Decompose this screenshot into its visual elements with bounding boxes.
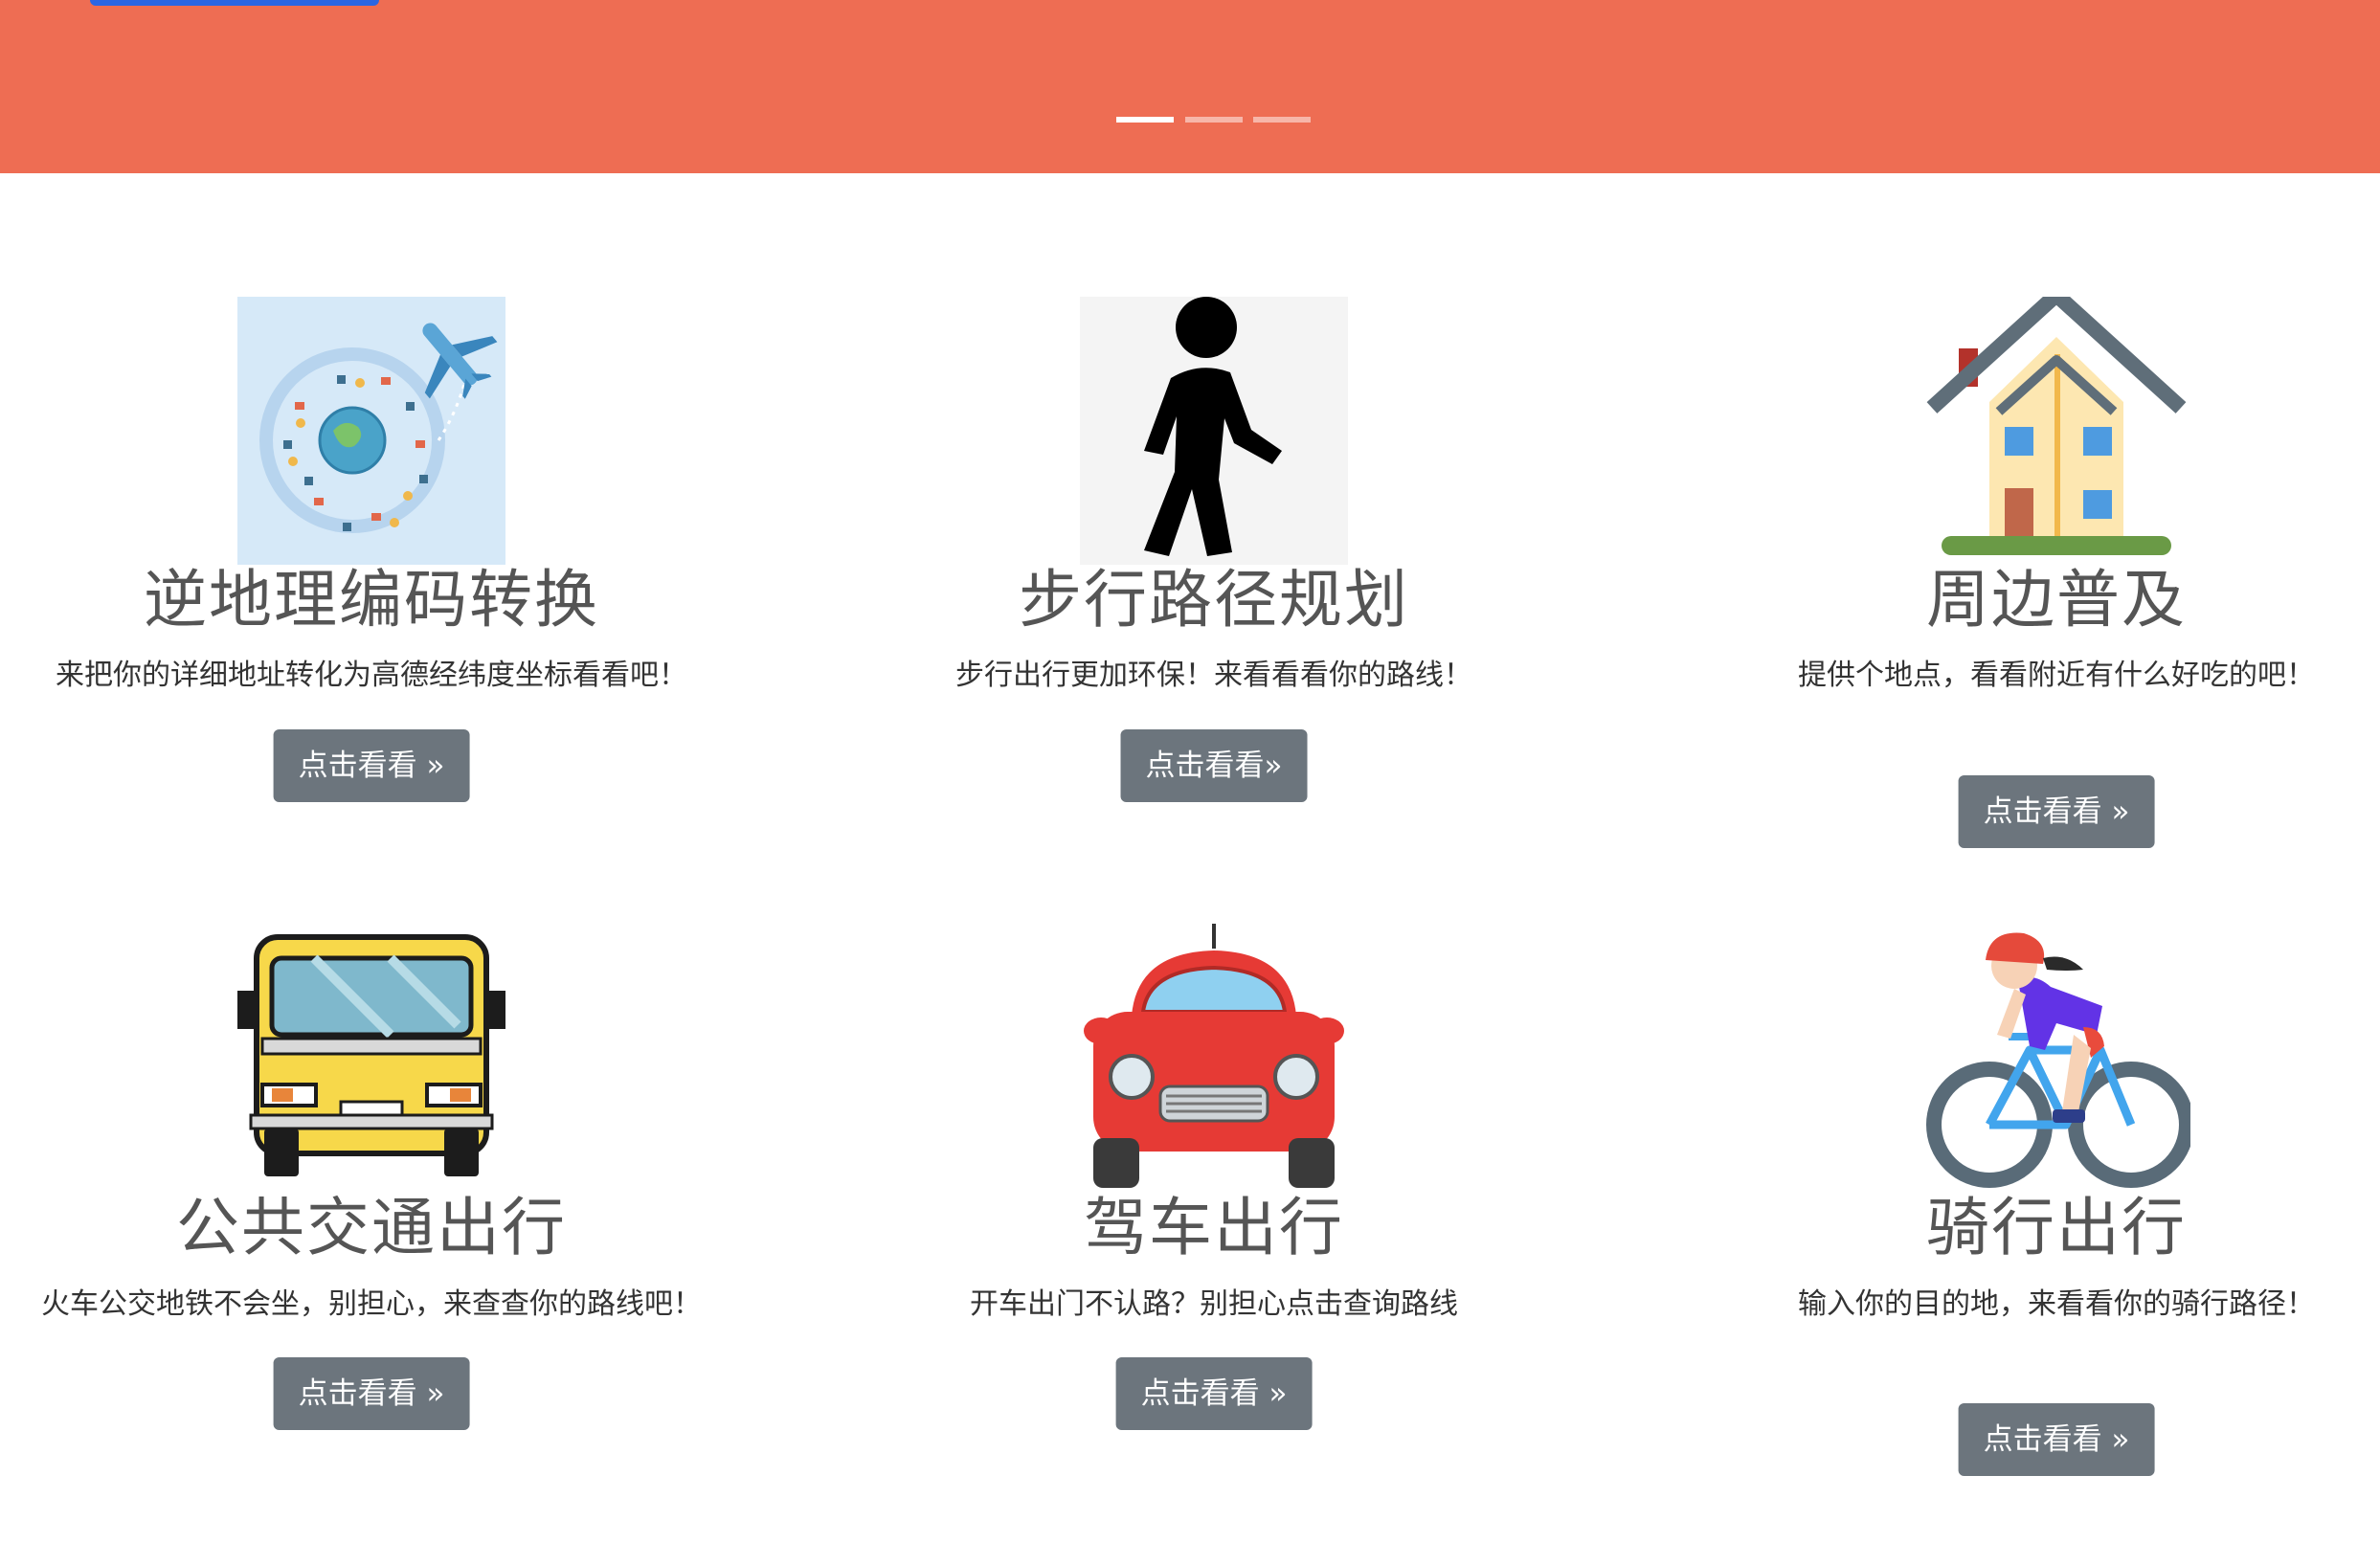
car-icon [1080,922,1348,1192]
view-button[interactable]: 点击看看 » [1958,1403,2155,1476]
card-description: 开车出门不认路？别担心点击查询路线 [970,1287,1458,1321]
feature-card-transit: 公共交通出行 火车公交地铁不会坐，别担心，来查查你的路线吧！ 点击看看 » [8,0,735,1543]
card-title: 骑行出行 [1926,1191,2187,1264]
bus-icon [237,924,505,1192]
card-description: 输入你的目的地，来看看你的骑行路径！ [1798,1287,2315,1321]
feature-card-cycling: 骑行出行 输入你的目的地，来看看你的骑行路径！ 点击看看 » [1693,0,2380,1543]
view-button[interactable]: 点击看看 » [1115,1357,1313,1430]
card-title: 公共交通出行 [176,1191,567,1264]
feature-card-driving: 驾车出行 开车出门不认路？别担心点击查询路线 点击看看 » [850,0,1578,1543]
card-title: 驾车出行 [1084,1191,1344,1264]
view-button[interactable]: 点击看看 » [273,1357,470,1430]
cyclist-icon [1922,924,2194,1192]
card-description: 火车公交地铁不会坐，别担心，来查查你的路线吧！ [41,1287,702,1321]
